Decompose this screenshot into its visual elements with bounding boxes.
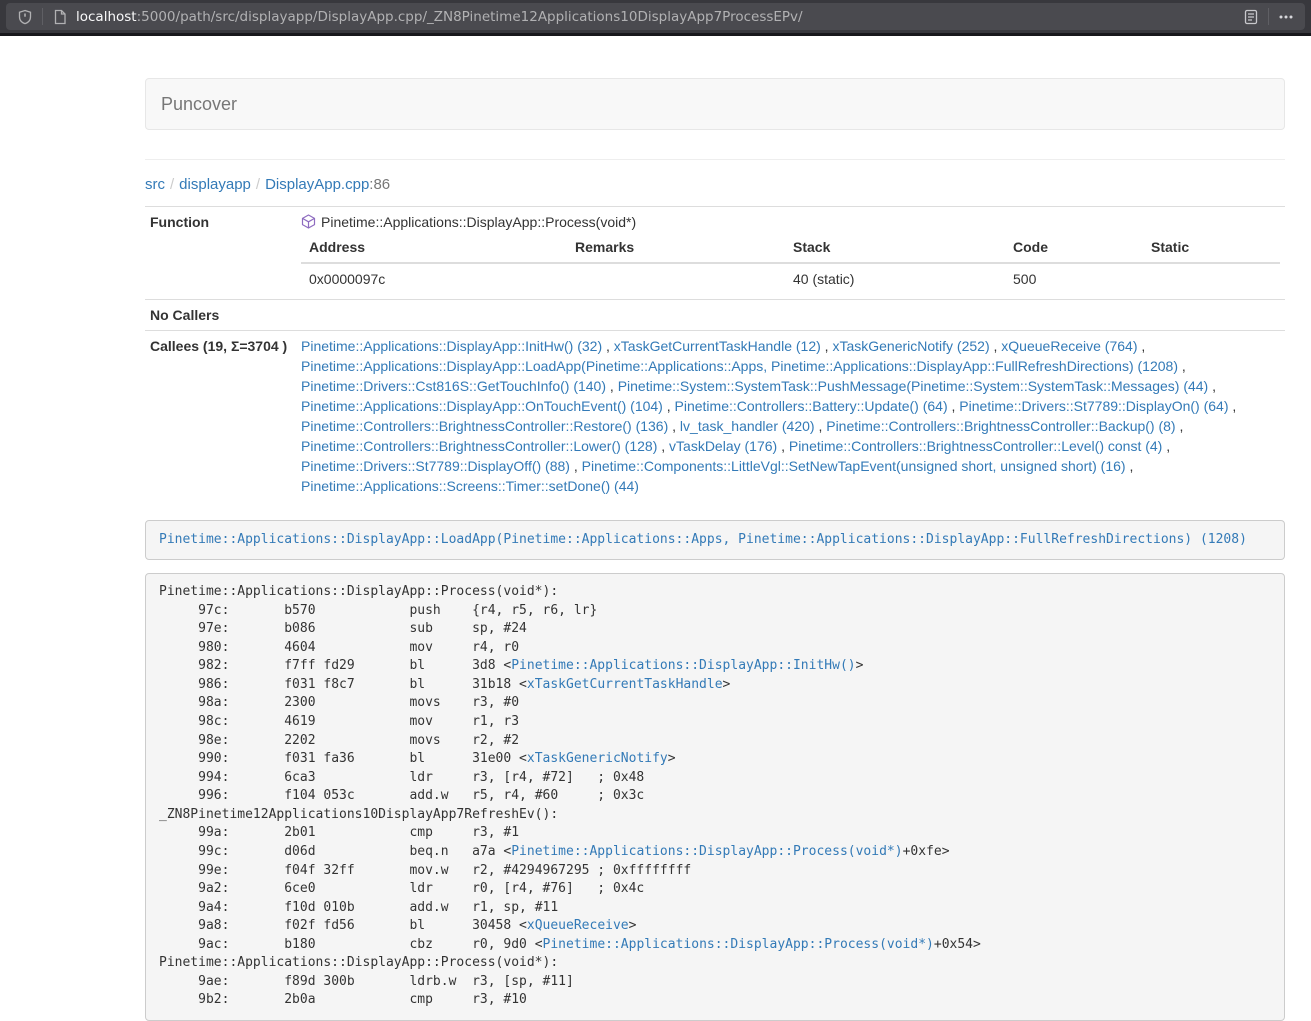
code-symbol-link[interactable]: xQueueReceive: [527, 918, 629, 933]
callee-link[interactable]: Pinetime::Drivers::Cst816S::GetTouchInfo…: [301, 378, 606, 394]
shield-icon[interactable]: [15, 7, 35, 27]
code-symbol-link[interactable]: xTaskGenericNotify: [527, 751, 668, 766]
url-text[interactable]: localhost:5000/path/src/displayapp/Displ…: [76, 9, 1241, 25]
browser-toolbar: localhost:5000/path/src/displayapp/Displ…: [0, 0, 1311, 36]
code-value: 500: [1005, 263, 1143, 294]
no-callers-label: No Callers: [145, 300, 296, 331]
callee-link[interactable]: Pinetime::Controllers::BrightnessControl…: [826, 418, 1175, 434]
static-value: [1143, 263, 1280, 294]
cube-icon: [301, 214, 316, 229]
details-value-row: 0x0000097c 40 (static) 500: [301, 263, 1280, 294]
callee-link[interactable]: xTaskGetCurrentTaskHandle (12): [614, 338, 821, 354]
breadcrumb: src/displayapp/DisplayApp.cpp:86: [145, 176, 1285, 193]
breadcrumb-separator: /: [251, 176, 265, 193]
function-label: Function: [145, 207, 296, 300]
function-title: Pinetime::Applications::DisplayApp::Proc…: [301, 212, 1280, 232]
callee-link[interactable]: Pinetime::Applications::DisplayApp::Load…: [301, 358, 1178, 374]
breadcrumb-link[interactable]: displayapp: [179, 176, 251, 193]
url-bar[interactable]: localhost:5000/path/src/displayapp/Displ…: [6, 3, 1305, 30]
function-details-table: Address Remarks Stack Code Static 0x0000…: [301, 232, 1280, 294]
column-remarks: Remarks: [567, 232, 785, 263]
callee-link[interactable]: Pinetime::Controllers::BrightnessControl…: [789, 438, 1162, 454]
callee-link[interactable]: Pinetime::Drivers::St7789::DisplayOn() (…: [959, 398, 1228, 414]
callee-link[interactable]: Pinetime::Controllers::BrightnessControl…: [301, 438, 657, 454]
breadcrumb-line-number: :86: [369, 176, 390, 193]
remarks-value: [567, 263, 785, 294]
address-value: 0x0000097c: [301, 263, 567, 294]
brand-link[interactable]: Puncover: [146, 79, 252, 129]
callee-link[interactable]: Pinetime::Drivers::St7789::DisplayOff() …: [301, 458, 570, 474]
breadcrumb-separator: /: [165, 176, 179, 193]
function-row: Function Pinetime::Applications::Display…: [145, 207, 1285, 300]
details-header-row: Address Remarks Stack Code Static: [301, 232, 1280, 263]
column-stack: Stack: [785, 232, 1005, 263]
symbol-table: Function Pinetime::Applications::Display…: [145, 206, 1285, 501]
callee-link[interactable]: Pinetime::Applications::DisplayApp::Init…: [301, 338, 602, 354]
callee-link[interactable]: xTaskGenericNotify (252): [832, 338, 989, 354]
divider: [145, 159, 1285, 160]
callee-link[interactable]: Pinetime::Controllers::Battery::Update()…: [675, 398, 948, 414]
assembly-listing: Pinetime::Applications::DisplayApp::Proc…: [145, 573, 1285, 1021]
urlbar-divider: [42, 8, 43, 25]
code-symbol-link[interactable]: Pinetime::Applications::DisplayApp::Proc…: [511, 844, 902, 859]
callee-link[interactable]: Pinetime::Components::LittleVgl::SetNewT…: [582, 458, 1126, 474]
highlighted-symbol-box: Pinetime::Applications::DisplayApp::Load…: [145, 520, 1285, 560]
urlbar-divider: [1268, 8, 1269, 25]
column-static: Static: [1143, 232, 1280, 263]
function-name: Pinetime::Applications::DisplayApp::Proc…: [321, 214, 636, 230]
callee-link[interactable]: Pinetime::Applications::DisplayApp::OnTo…: [301, 398, 663, 414]
reader-mode-icon[interactable]: [1241, 7, 1261, 27]
highlighted-symbol-link[interactable]: Pinetime::Applications::DisplayApp::Load…: [159, 532, 1247, 547]
code-symbol-link[interactable]: Pinetime::Applications::DisplayApp::Proc…: [543, 937, 934, 952]
column-code: Code: [1005, 232, 1143, 263]
page-container: Puncover src/displayapp/DisplayApp.cpp:8…: [145, 36, 1285, 1021]
url-path: :5000/path/src/displayapp/DisplayApp.cpp…: [137, 9, 803, 25]
callee-link[interactable]: xQueueReceive (764): [1001, 338, 1137, 354]
callees-row: Callees (19, Σ=3704 ) Pinetime::Applicat…: [145, 331, 1285, 502]
breadcrumb-link[interactable]: DisplayApp.cpp: [265, 176, 369, 193]
breadcrumb-link[interactable]: src: [145, 176, 165, 193]
code-symbol-link[interactable]: xTaskGetCurrentTaskHandle: [527, 677, 723, 692]
navbar: Puncover: [145, 78, 1285, 130]
url-host: localhost: [76, 9, 137, 25]
callee-link[interactable]: lv_task_handler (420): [680, 418, 815, 434]
page-actions-menu-icon[interactable]: [1276, 7, 1296, 27]
no-callers-row: No Callers: [145, 300, 1285, 331]
callee-link[interactable]: Pinetime::Applications::Screens::Timer::…: [301, 478, 639, 494]
callees-list: Pinetime::Applications::DisplayApp::Init…: [296, 331, 1285, 502]
callee-link[interactable]: Pinetime::System::SystemTask::PushMessag…: [618, 378, 1209, 394]
column-address: Address: [301, 232, 567, 263]
code-symbol-link[interactable]: Pinetime::Applications::DisplayApp::Init…: [511, 658, 855, 673]
callee-link[interactable]: vTaskDelay (176): [669, 438, 777, 454]
page-info-icon[interactable]: [50, 7, 70, 27]
stack-value: 40 (static): [785, 263, 1005, 294]
callee-link[interactable]: Pinetime::Controllers::BrightnessControl…: [301, 418, 668, 434]
callees-label: Callees (19, Σ=3704 ): [145, 331, 296, 502]
